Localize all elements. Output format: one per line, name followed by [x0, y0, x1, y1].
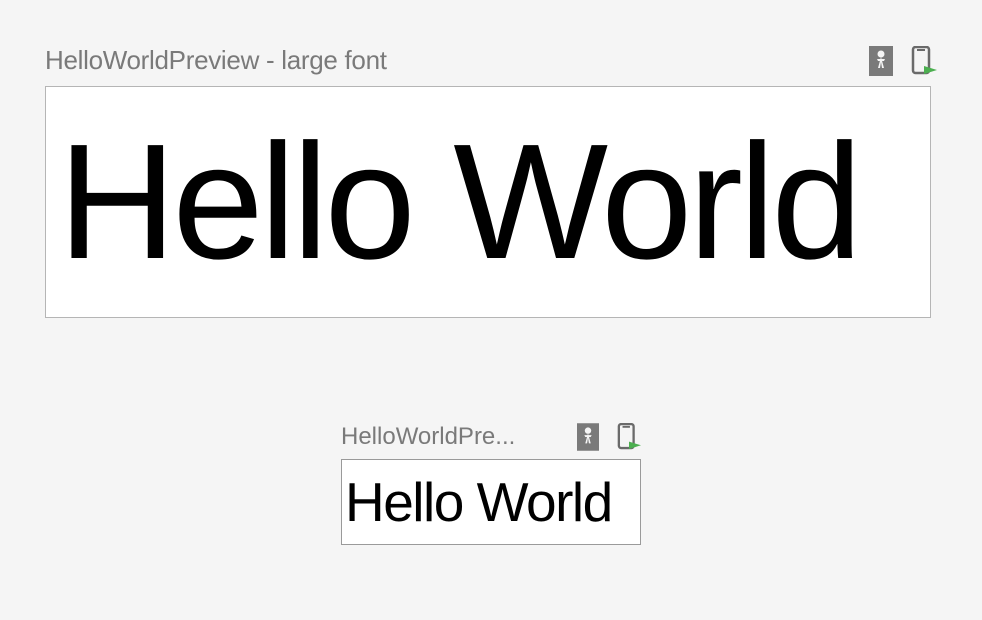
preview-panel: HelloWorldPreview - large font [0, 0, 982, 545]
preview-canvas-large[interactable]: Hello World [45, 86, 931, 318]
preview-text-large: Hello World [58, 120, 859, 284]
deploy-to-device-button[interactable] [911, 46, 937, 76]
preview-actions-normal [577, 423, 641, 451]
deploy-to-device-button-normal[interactable] [617, 423, 641, 451]
preview-header: HelloWorldPreview - large font [45, 45, 937, 76]
preview-title-normal: HelloWorldPre... [341, 423, 515, 451]
preview-text-normal: Hello World [345, 475, 612, 530]
preview-header-normal: HelloWorldPre... [341, 423, 641, 451]
preview-title-large: HelloWorldPreview - large font [45, 45, 387, 76]
preview-block-large-font: HelloWorldPreview - large font [0, 0, 982, 318]
interactive-preview-icon [869, 46, 893, 76]
interactive-preview-icon [577, 423, 599, 451]
deploy-to-device-icon [617, 423, 641, 451]
deploy-to-device-icon [911, 46, 937, 76]
interactive-preview-button-normal[interactable] [577, 423, 599, 451]
interactive-preview-button[interactable] [869, 46, 893, 76]
preview-block-normal: HelloWorldPre... [0, 423, 982, 545]
preview-actions [869, 46, 937, 76]
preview-canvas-normal[interactable]: Hello World [341, 459, 641, 545]
